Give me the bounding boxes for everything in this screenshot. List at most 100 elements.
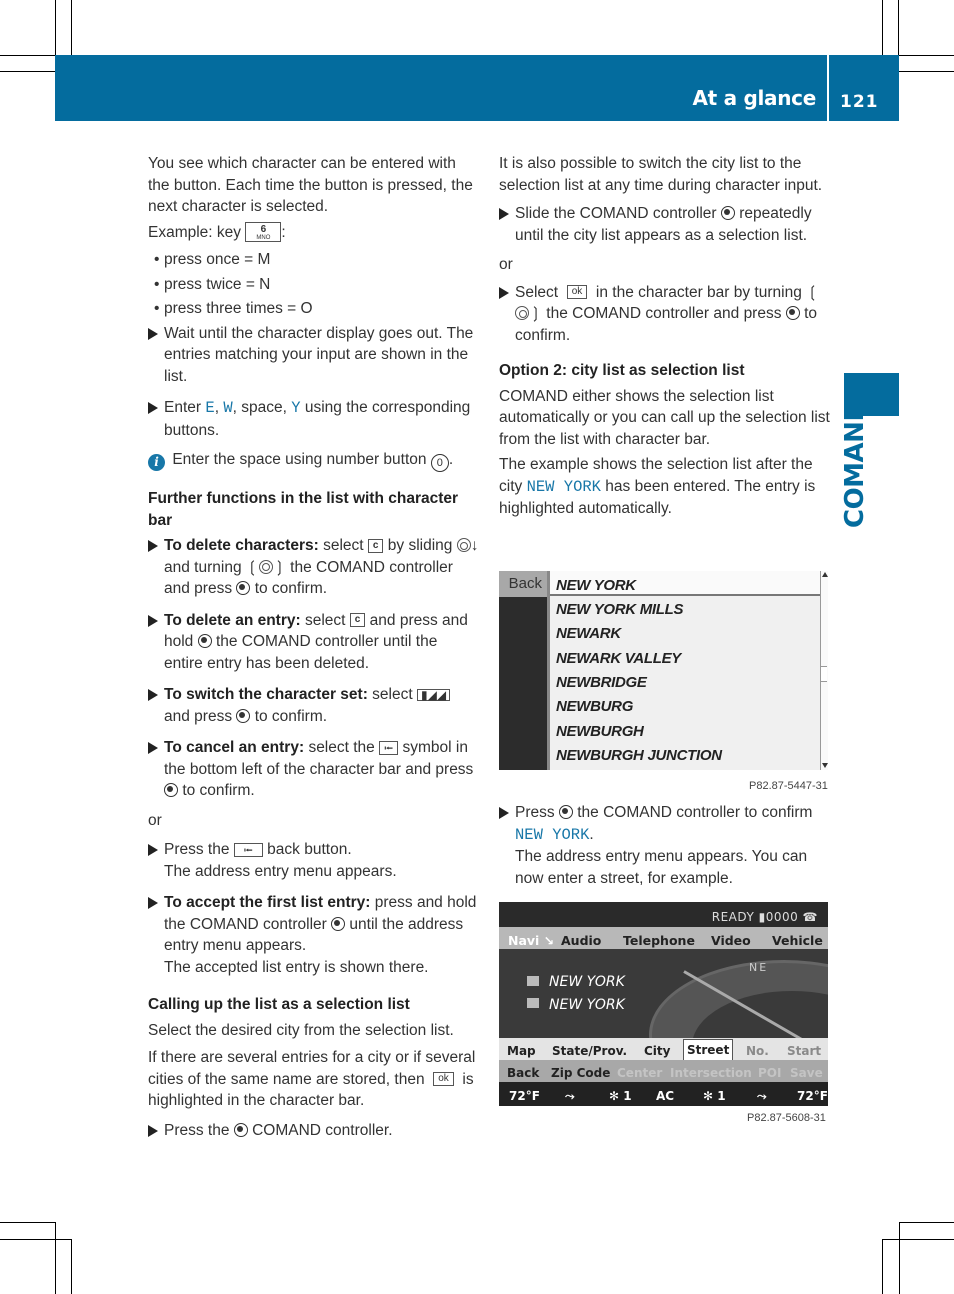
step-arrow-icon <box>148 897 158 909</box>
climate-bar: 72°F ⤳ ✻ 1 AC ✻ 1 ⤳ 72°F <box>499 1082 828 1106</box>
step-text: select <box>372 686 413 703</box>
example-line: Example: key 6 MNO: <box>148 222 480 244</box>
step-switch-character-set: To switch the character set: select ▮◢◢ … <box>148 684 480 727</box>
status-bar: READY ▮0000 ☎ <box>711 910 818 924</box>
divider <box>547 571 550 770</box>
scrollbar-thumb[interactable] <box>821 666 827 682</box>
step-text: to confirm. <box>254 707 328 725</box>
controller-press-icon <box>785 306 800 320</box>
field-street[interactable]: Street <box>683 1039 734 1063</box>
address-field-row: Map State/Prov. City Street No. Start <box>499 1038 828 1063</box>
city-list-item[interactable]: NEW YORK MILLS <box>556 599 684 621</box>
punctuation: . <box>589 825 594 843</box>
step-delete-entry: To delete an entry: select c and press a… <box>148 610 480 675</box>
city-list-item[interactable]: NEWBRIDGE <box>556 672 647 694</box>
airflow-left-icon[interactable]: ⤳ <box>565 1086 575 1106</box>
step-text: by sliding <box>387 537 453 554</box>
controller-press-icon <box>197 634 212 648</box>
step-text: select the <box>308 739 375 756</box>
controller-press-icon <box>233 1122 248 1137</box>
calling-paragraph-1: Select the desired city from the selecti… <box>148 1021 454 1039</box>
intro-paragraph: You see which character can be entered w… <box>148 155 473 215</box>
delete-key-c-icon: c <box>367 538 384 553</box>
address-entry-screen: READY ▮0000 ☎ Navi ↘ Audio Telephone Vid… <box>499 902 828 1106</box>
step-text: Enter <box>164 399 202 416</box>
step-text: Press the <box>164 1121 230 1139</box>
separator: , <box>214 399 219 416</box>
calling-up-heading: Calling up the list as a selection list <box>148 996 410 1013</box>
step-wait: Wait until the character display goes ou… <box>148 323 480 388</box>
step-label: To switch the character set: <box>164 686 368 703</box>
step-arrow-icon <box>148 540 158 552</box>
punctuation: . <box>448 451 454 468</box>
city-list-item[interactable]: NEW YORK <box>556 575 636 597</box>
temp-left[interactable]: 72°F <box>509 1086 540 1106</box>
city-list-item[interactable]: NEWARK <box>556 623 621 645</box>
header-divider <box>827 55 829 121</box>
temp-right[interactable]: 72°F <box>797 1086 828 1106</box>
fan-right[interactable]: ✻ 1 <box>703 1086 726 1106</box>
fan-left[interactable]: ✻ 1 <box>609 1086 632 1106</box>
city-list-item[interactable]: NEWBURGH <box>556 721 644 743</box>
city-list-item[interactable]: NEWBURGH JUNCTION <box>556 745 722 767</box>
step-arrow-icon <box>148 844 158 856</box>
city-list-item[interactable]: NEWARK VALLEY <box>556 648 681 670</box>
bullet-item: press once = M <box>148 249 480 271</box>
step-select-ok: Select ok in the character bar by turnin… <box>499 282 831 347</box>
step-arrow-icon <box>148 1124 158 1137</box>
step-text: Press the <box>164 841 230 858</box>
key-letters: MNO <box>256 235 271 242</box>
key-number: 6 <box>260 224 267 236</box>
crop-mark <box>55 1222 56 1294</box>
airflow-right-icon[interactable]: ⤳ <box>757 1086 767 1106</box>
paragraph-text: If there are several entries for a city … <box>148 1049 476 1088</box>
scroll-up-icon[interactable] <box>822 572 828 577</box>
step-text: Press <box>515 804 555 821</box>
step-text: to confirm. <box>182 782 255 799</box>
example-prefix: Example: key <box>148 223 242 241</box>
compass-heading-label: NE <box>749 961 769 974</box>
city-list-item[interactable]: NEWBURG <box>556 696 633 718</box>
bullet-item: press three times = O <box>148 298 480 320</box>
step-arrow-icon <box>148 614 158 627</box>
step-text: Wait until the character display goes ou… <box>164 324 474 385</box>
city-name: NEW YORK <box>515 825 590 844</box>
controller-turn-icon <box>258 559 273 574</box>
left-column: You see which character can be entered w… <box>148 153 480 1149</box>
step-slide-controller: Slide the COMAND controller repeatedly u… <box>499 203 831 246</box>
city-name: NEW YORK <box>526 477 601 496</box>
controller-press-icon <box>236 708 251 723</box>
step-text: Slide the COMAND controller <box>515 205 717 222</box>
info-text: Enter the space using number button <box>172 451 427 468</box>
crop-mark <box>71 1239 72 1294</box>
destination-city: NEW YORK <box>549 974 625 990</box>
crop-mark <box>899 71 954 72</box>
crop-mark <box>71 0 72 55</box>
controller-press-icon <box>331 916 346 931</box>
crop-mark <box>0 55 55 56</box>
ac-button[interactable]: AC <box>656 1086 674 1106</box>
crop-mark <box>882 1239 883 1294</box>
back-button-icon: ⭰ <box>233 842 263 857</box>
number-button-0-icon: 0 <box>430 454 449 472</box>
step-arrow-icon <box>148 402 158 414</box>
char-e: E <box>205 399 215 417</box>
step-arrow-icon <box>499 208 509 220</box>
calling-paragraph-2: If there are several entries for a city … <box>148 1047 480 1112</box>
back-symbol-icon: ⭰ <box>379 740 399 755</box>
example-suffix: : <box>281 223 286 241</box>
step-label: To delete characters: <box>164 537 319 554</box>
step-text: Select <box>515 283 559 301</box>
character-set-icon: ▮◢◢ <box>416 688 451 701</box>
crop-mark <box>899 1222 954 1223</box>
section-title: At a glance <box>692 86 817 110</box>
crop-mark <box>899 55 954 56</box>
step-text: back button. <box>267 841 352 858</box>
crop-mark <box>899 1222 900 1294</box>
scroll-down-icon[interactable] <box>822 763 828 768</box>
back-button[interactable]: Back <box>499 571 547 597</box>
step-text: select <box>304 611 346 629</box>
bullet-item: press twice = N <box>148 274 480 296</box>
step-arrow-icon <box>499 807 509 819</box>
step-enter: Enter E, W, space, Y using the correspon… <box>148 397 480 441</box>
